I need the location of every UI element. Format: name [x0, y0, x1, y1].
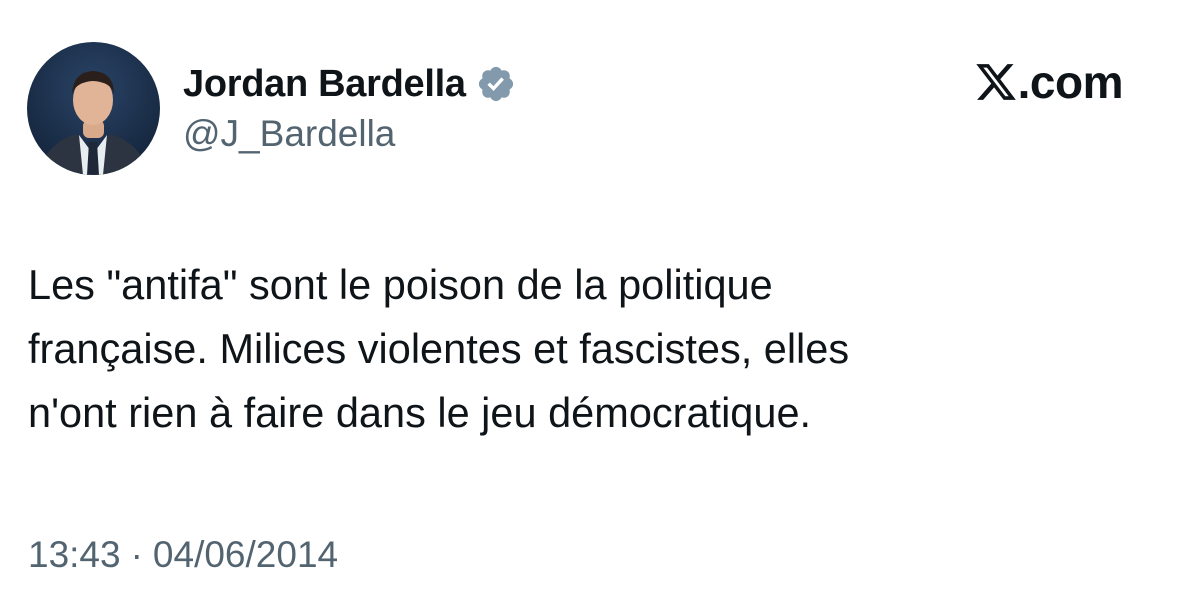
author-name[interactable]: Jordan Bardella: [183, 63, 466, 106]
tweet-line: Les "antifa" sont le poison de la politi…: [28, 261, 773, 308]
tweet-date: 04/06/2014: [152, 534, 339, 575]
tweet-card: Jordan Bardella @J_Bardella .com Les "an…: [0, 0, 1179, 615]
tweet-text: Les "antifa" sont le poison de la politi…: [28, 253, 1128, 445]
avatar[interactable]: [27, 42, 160, 175]
meta-separator: ·: [130, 534, 143, 575]
site-badge: .com: [974, 56, 1124, 108]
tweet-time: 13:43: [28, 534, 121, 575]
tweet-line: n'ont rien à faire dans le jeu démocrati…: [28, 389, 812, 436]
timestamp-row[interactable]: 13:43 · 04/06/2014: [28, 534, 338, 576]
x-logo-icon: [974, 60, 1018, 104]
site-suffix: .com: [1017, 56, 1124, 108]
avatar-image: [27, 42, 160, 175]
tweet-line: française. Milices violentes et fasciste…: [28, 325, 850, 372]
verified-badge-icon: [476, 64, 516, 104]
author-handle[interactable]: @J_Bardella: [183, 113, 395, 155]
author-name-row: Jordan Bardella: [183, 60, 516, 108]
